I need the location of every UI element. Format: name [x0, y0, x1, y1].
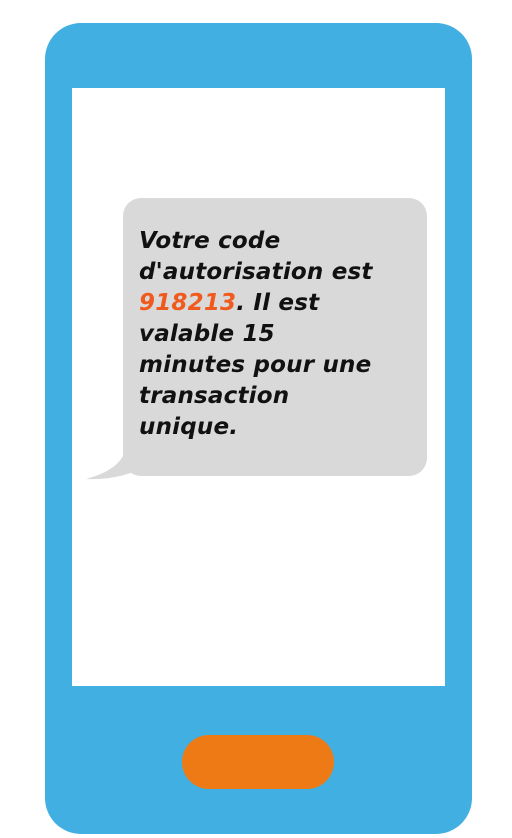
authorization-code: 918213 [139, 290, 237, 316]
home-button[interactable] [182, 735, 334, 789]
sms-line-5: minutes pour une [139, 352, 372, 378]
sms-line-1: Votre code [139, 228, 281, 254]
sms-line-2: d'autorisation est [139, 259, 373, 285]
sms-line-4: valable 15 [139, 321, 275, 347]
sms-line-3: . Il est [236, 290, 320, 316]
sms-line-7: unique. [139, 414, 239, 440]
sms-message-text: Votre code d'autorisation est 918213. Il e… [139, 226, 419, 443]
sms-line-6: transaction [139, 383, 290, 409]
